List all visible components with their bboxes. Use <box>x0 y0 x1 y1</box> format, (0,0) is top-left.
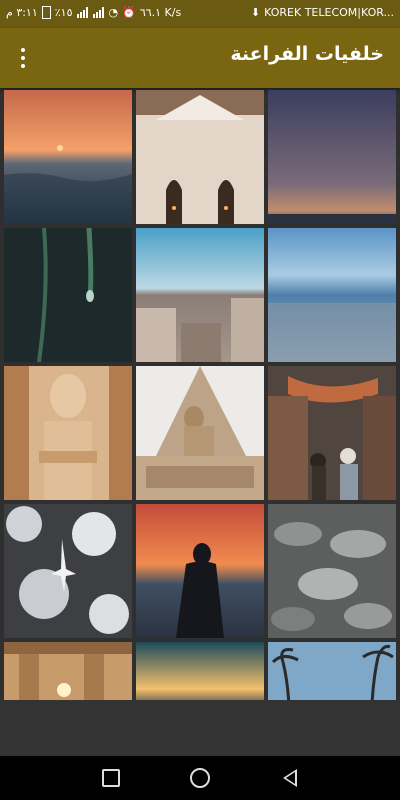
wallpaper-tile[interactable] <box>136 504 264 638</box>
wallpaper-grid <box>4 90 396 700</box>
clock-time: ٣:١١ م <box>6 6 38 19</box>
wallpaper-tile[interactable] <box>268 90 396 224</box>
network-speed: ٦٦.١ K/s <box>139 6 182 19</box>
status-bar: ٣:١١ م ٪١٥ ◔ ⏰ ٦٦.١ K/s ⬇ KOREK TELECOM|… <box>0 0 400 28</box>
status-right: ⬇ KOREK TELECOM|KOR... <box>251 6 394 19</box>
carrier-name: KOREK TELECOM|KOR... <box>264 6 394 19</box>
wifi-icon: ◔ <box>108 6 119 19</box>
wallpaper-tile[interactable] <box>4 642 132 700</box>
app-title: خلفيات الفراعنة <box>230 43 384 65</box>
wallpaper-tile[interactable] <box>4 228 132 362</box>
circle-icon[interactable] <box>188 766 212 790</box>
square-icon[interactable] <box>99 766 123 790</box>
wallpaper-tile[interactable] <box>136 228 264 362</box>
wallpaper-tile[interactable] <box>4 504 132 638</box>
status-left: ٣:١١ م ٪١٥ ◔ ⏰ ٦٦.١ K/s <box>6 6 181 19</box>
wallpaper-tile[interactable] <box>4 366 132 500</box>
triangle-back-icon[interactable] <box>278 766 302 790</box>
more-vert-icon[interactable] <box>10 44 36 72</box>
wallpaper-tile[interactable] <box>4 90 132 224</box>
download-icon: ⬇ <box>250 6 261 19</box>
wallpaper-tile[interactable] <box>268 228 396 362</box>
signal-icon <box>76 7 89 18</box>
nav-bar <box>0 756 400 800</box>
app-bar: خلفيات الفراعنة <box>0 28 400 88</box>
alarm-icon: ⏰ <box>122 6 136 19</box>
battery-icon <box>41 6 51 19</box>
wallpaper-tile[interactable] <box>268 366 396 500</box>
wallpaper-tile[interactable] <box>136 366 264 500</box>
battery-level: ٪١٥ <box>54 6 73 19</box>
bottom-spacer <box>0 700 400 756</box>
signal-icon-2 <box>92 7 105 18</box>
wallpaper-tile[interactable] <box>136 642 264 700</box>
wallpaper-tile[interactable] <box>268 642 396 700</box>
wallpaper-tile[interactable] <box>136 90 264 224</box>
wallpaper-tile[interactable] <box>268 504 396 638</box>
